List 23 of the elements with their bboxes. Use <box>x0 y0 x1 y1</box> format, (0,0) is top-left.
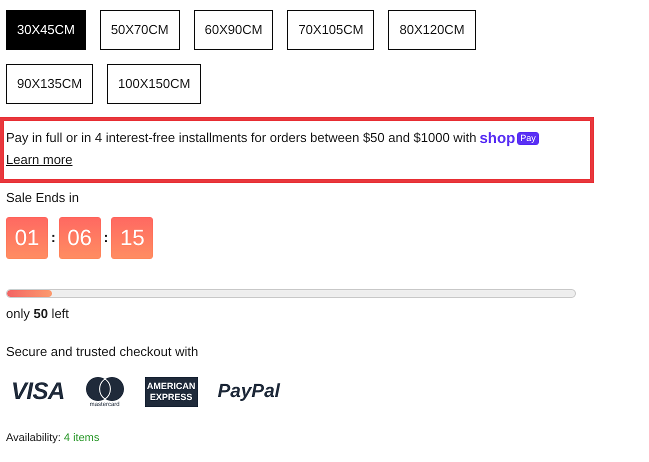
size-option[interactable]: 100X150CM <box>107 64 202 104</box>
time-separator: : <box>104 228 108 247</box>
installments-text: Pay in full or in 4 interest-free installments for orders between $50 and $1000 with <box>6 129 476 147</box>
visa-logo: VISA <box>11 380 65 404</box>
size-option[interactable]: 60X90CM <box>194 10 274 50</box>
amex-logo: AMERICAN EXPRESS <box>144 376 198 406</box>
availability-label: Availability: <box>6 432 61 444</box>
sale-label: Sale Ends in <box>6 189 80 207</box>
countdown-digit: 06 <box>58 216 101 258</box>
availability-value: 4 items <box>64 432 100 444</box>
learn-more-link[interactable]: Learn more <box>6 152 72 167</box>
size-option[interactable]: 90X135CM <box>6 64 94 104</box>
size-option[interactable]: 30X45CM <box>6 10 86 50</box>
shop-pay-logo: shop Pay <box>479 130 539 146</box>
checkout-label: Secure and trusted checkout with <box>6 343 200 361</box>
stock-text: only 50 left <box>6 304 70 323</box>
time-separator: : <box>51 228 56 247</box>
size-option[interactable]: 50X70CM <box>100 10 180 50</box>
paypal-logo: PayPal <box>218 382 280 401</box>
countdown-digit: 01 <box>6 216 48 258</box>
countdown-digit: 15 <box>111 216 154 258</box>
size-option[interactable]: 80X120CM <box>388 10 476 50</box>
size-option[interactable]: 70X105CM <box>287 10 374 50</box>
